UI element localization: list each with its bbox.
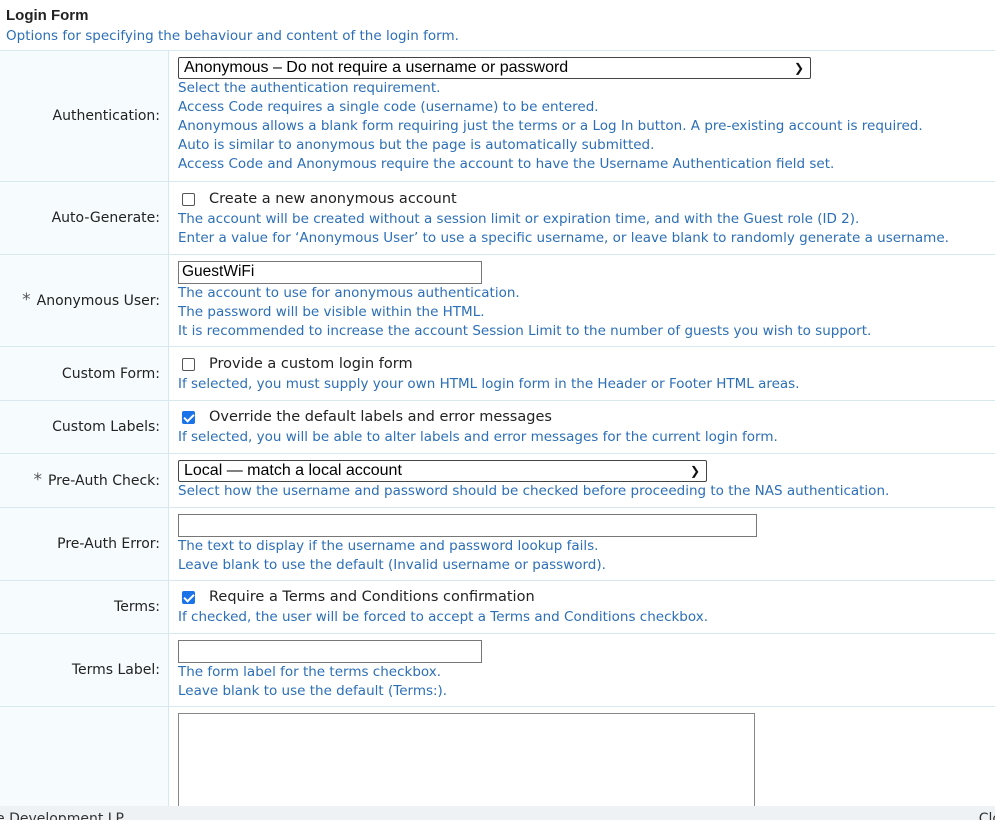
pre-auth-check-label: * Pre-Auth Check: <box>0 454 169 507</box>
anonymous-user-help-line: The password will be visible within the … <box>178 304 485 320</box>
auto-generate-help-line: The account will be created without a se… <box>178 211 860 227</box>
anonymous-user-label: * Anonymous User: <box>0 255 169 346</box>
terms-checkbox[interactable] <box>182 590 195 604</box>
row-anonymous-user: * Anonymous User: GuestWiFi The account … <box>0 255 995 347</box>
anonymous-user-help-line: It is recommended to increase the accoun… <box>178 323 872 339</box>
row-authentication: Authentication: Anonymous – Do not requi… <box>0 51 995 182</box>
row-auto-generate: Auto-Generate: Create a new anonymous ac… <box>0 182 995 255</box>
custom-form-option[interactable]: Provide a custom login form <box>178 353 995 375</box>
custom-form-checkbox[interactable] <box>182 357 195 371</box>
anonymous-user-help-line: The account to use for anonymous authent… <box>178 285 520 301</box>
section-title: Login Form <box>6 7 89 24</box>
section-subtitle: Options for specifying the behaviour and… <box>6 28 459 44</box>
authentication-selected: Anonymous – Do not require a username or… <box>184 59 569 76</box>
terms-label: Terms: <box>0 581 169 633</box>
chevron-down-icon: ❯ <box>793 61 804 75</box>
footer-right-text: Clo <box>978 811 995 820</box>
row-pre-auth-check: * Pre-Auth Check: Local — match a local … <box>0 454 995 508</box>
row-custom-labels: Custom Labels: Override the default labe… <box>0 401 995 454</box>
pre-auth-error-help-line: Leave blank to use the default (Invalid … <box>178 557 606 573</box>
auto-generate-help-line: Enter a value for ‘Anonymous User’ to us… <box>178 230 949 246</box>
footer-copyright: e Development LP <box>0 811 125 820</box>
custom-labels-help-line: If selected, you will be able to alter l… <box>178 429 778 445</box>
pre-auth-check-selected: Local — match a local account <box>184 462 402 479</box>
authentication-help: Select the authentication requirement. A… <box>178 80 923 172</box>
section-header: Login Form Options for specifying the be… <box>0 0 995 44</box>
terms-label-input[interactable] <box>178 640 482 663</box>
custom-labels-checkbox[interactable] <box>182 410 195 424</box>
page-footer: e Development LP Clo <box>0 806 995 820</box>
form-rows: Authentication: Anonymous – Do not requi… <box>0 50 995 817</box>
terms-label-help-line: The form label for the terms checkbox. <box>178 664 442 680</box>
pre-auth-error-help-line: The text to display if the username and … <box>178 538 599 554</box>
terms-help-line: If checked, the user will be forced to a… <box>178 609 709 625</box>
chevron-down-icon: ❯ <box>689 464 700 478</box>
anonymous-user-input[interactable]: GuestWiFi <box>178 261 482 284</box>
terms-label-label: Terms Label: <box>0 634 169 706</box>
auto-generate-label: Auto-Generate: <box>0 182 169 254</box>
authentication-label: Authentication: <box>0 51 169 181</box>
pre-auth-check-help-line: Select how the username and password sho… <box>178 483 890 499</box>
custom-form-help-line: If selected, you must supply your own HT… <box>178 376 800 392</box>
row-terms-label: Terms Label: The form label for the term… <box>0 634 995 707</box>
auto-generate-checkbox-label: Create a new anonymous account <box>209 191 457 207</box>
row-html-area <box>0 707 995 817</box>
required-marker: * <box>22 289 31 310</box>
custom-form-label: Custom Form: <box>0 347 169 400</box>
html-textarea[interactable] <box>178 713 755 813</box>
required-marker: * <box>33 469 42 490</box>
html-area-label <box>0 707 169 817</box>
row-terms: Terms: Require a Terms and Conditions co… <box>0 581 995 634</box>
authentication-select[interactable]: Anonymous – Do not require a username or… <box>178 57 811 79</box>
custom-form-checkbox-label: Provide a custom login form <box>209 356 413 372</box>
pre-auth-error-label: Pre-Auth Error: <box>0 508 169 580</box>
pre-auth-check-select[interactable]: Local — match a local account ❯ <box>178 460 707 482</box>
terms-label-help-line: Leave blank to use the default (Terms:). <box>178 683 448 699</box>
custom-labels-option[interactable]: Override the default labels and error me… <box>178 406 995 428</box>
auto-generate-checkbox[interactable] <box>182 192 195 206</box>
terms-option[interactable]: Require a Terms and Conditions confirmat… <box>178 586 995 608</box>
auto-generate-option[interactable]: Create a new anonymous account <box>178 188 995 210</box>
login-form-page: Login Form Options for specifying the be… <box>0 0 995 820</box>
custom-labels-label: Custom Labels: <box>0 401 169 453</box>
pre-auth-error-input[interactable] <box>178 514 757 537</box>
terms-checkbox-label: Require a Terms and Conditions confirmat… <box>209 589 535 605</box>
row-custom-form: Custom Form: Provide a custom login form… <box>0 347 995 401</box>
row-pre-auth-error: Pre-Auth Error: The text to display if t… <box>0 508 995 581</box>
custom-labels-checkbox-label: Override the default labels and error me… <box>209 409 552 425</box>
